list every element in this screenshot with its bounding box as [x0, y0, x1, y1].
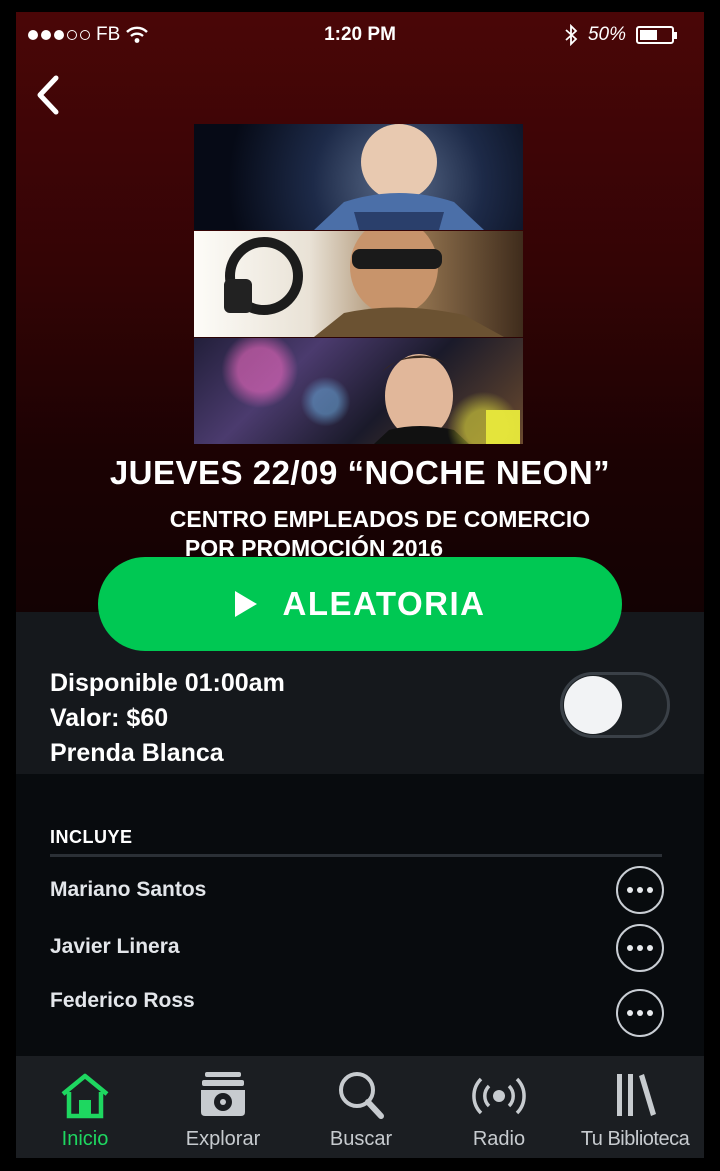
battery-icon	[636, 26, 677, 44]
tab-label: Buscar	[329, 1128, 393, 1150]
tab-label: Inicio	[61, 1128, 109, 1150]
event-title: JUEVES 22/09 “NOCHE NEON”	[109, 454, 611, 491]
toggle-knob	[564, 676, 622, 734]
list-item-artist[interactable]: Federico Ross	[50, 989, 195, 1013]
tab-library[interactable]: Tu Biblioteca	[566, 1056, 704, 1158]
dj-photo-2	[194, 231, 523, 337]
more-options-button[interactable]	[616, 866, 664, 914]
dress-code-label: Prenda Blanca	[50, 739, 224, 767]
home-icon	[59, 1056, 111, 1120]
status-right: 50%	[564, 24, 677, 46]
search-icon	[335, 1056, 387, 1120]
more-options-button[interactable]	[616, 989, 664, 1037]
tab-radio[interactable]: Radio	[430, 1056, 568, 1158]
dj-photo-1	[194, 124, 523, 230]
status-bar: FB 1:20 PM 50%	[16, 12, 704, 58]
tab-bar: Inicio Explorar Buscar Radio Tu Bibliote…	[16, 1056, 704, 1158]
price-label: Valor: $60	[50, 704, 169, 732]
radio-icon	[470, 1056, 528, 1120]
shuffle-play-button[interactable]: ALEATORIA	[98, 557, 622, 651]
includes-section	[16, 774, 704, 1056]
tab-explore[interactable]: Explorar	[154, 1056, 292, 1158]
includes-header: INCLUYE	[50, 827, 133, 847]
availability-toggle[interactable]	[560, 672, 670, 738]
includes-divider	[50, 854, 662, 857]
chevron-left-icon	[37, 75, 59, 115]
list-item-artist[interactable]: Mariano Santos	[50, 878, 206, 902]
dj-photo-3	[194, 338, 523, 444]
more-options-button[interactable]	[616, 924, 664, 972]
event-cover-image	[194, 124, 523, 444]
app-screen: FB 1:20 PM 50% JUEVES 22/09 “NOCHE NEON”…	[16, 12, 704, 1158]
play-icon	[234, 591, 257, 617]
tab-label: Radio	[472, 1128, 526, 1150]
library-icon	[609, 1056, 661, 1120]
list-item-artist[interactable]: Javier Linera	[50, 935, 180, 959]
battery-percent: 50%	[587, 24, 626, 45]
bluetooth-icon	[565, 24, 578, 46]
back-button[interactable]	[30, 72, 70, 118]
event-subtitle-line1: CENTRO EMPLEADOS DE COMERCIO	[169, 506, 591, 532]
tab-home[interactable]: Inicio	[16, 1056, 154, 1158]
availability-time: Disponible 01:00am	[50, 669, 285, 697]
tab-label: Tu Biblioteca	[580, 1128, 690, 1150]
browse-icon	[197, 1056, 249, 1120]
shuffle-play-label: ALEATORIA	[282, 585, 486, 622]
tab-search[interactable]: Buscar	[292, 1056, 430, 1158]
tab-label: Explorar	[185, 1128, 261, 1150]
